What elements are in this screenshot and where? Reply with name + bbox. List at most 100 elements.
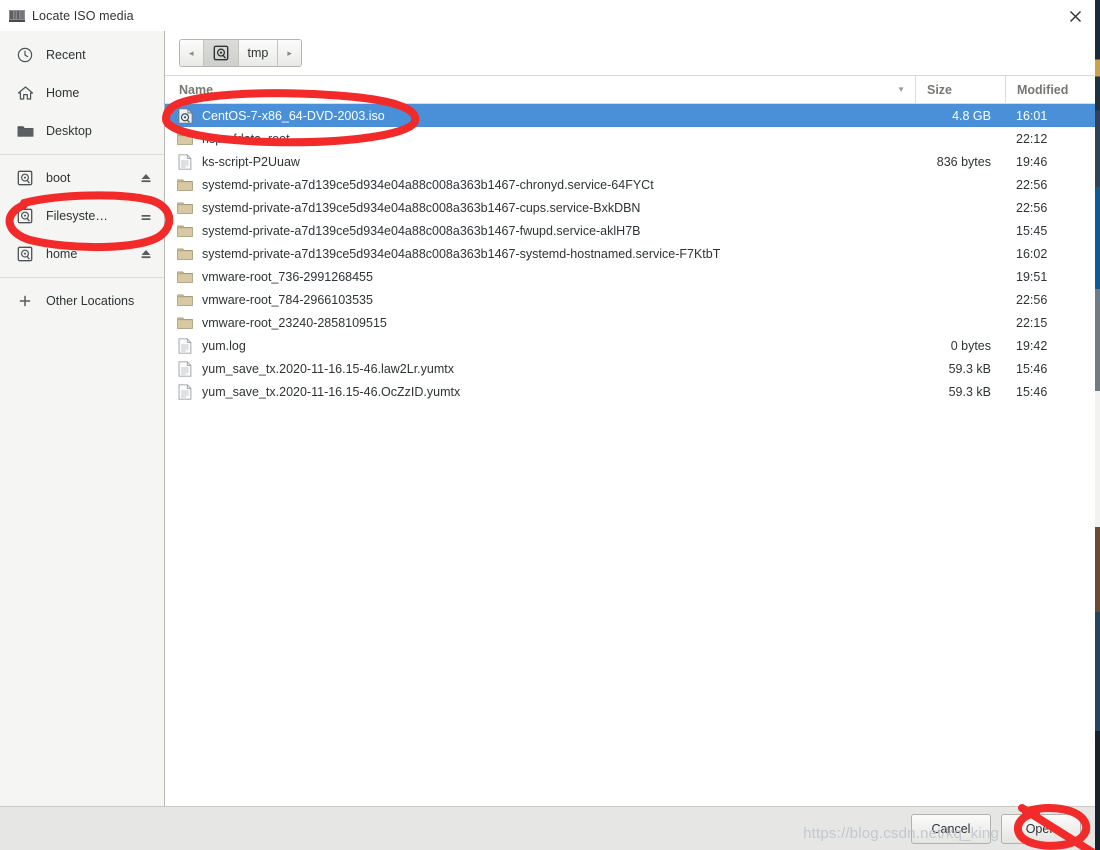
table-row[interactable]: hsperfdata_root 22:12 [165,127,1095,150]
watermark-text: https://blog.csdn.net/kq_king [803,825,999,842]
table-row[interactable]: yum_save_tx.2020-11-16.15-46.law2Lr.yumt… [165,357,1095,380]
folder-icon [177,269,193,285]
file-name-label: vmware-root_23240-2858109515 [202,315,387,330]
file-chooser-dialog: Locate ISO media Recent Home Desktop boo… [0,0,1096,850]
sidebar-action-slot [138,123,154,139]
file-size-label: 0 bytes [950,338,991,353]
file-name-cell: hsperfdata_root [165,131,915,147]
sidebar-item-label: Recent [46,48,86,62]
table-row[interactable]: vmware-root_23240-2858109515 22:15 [165,311,1095,334]
sidebar-action-slot [138,85,154,101]
file-list-header: Name ▼ Size Modified [165,76,1095,104]
file-name-cell: vmware-root_784-2966103535 [165,292,915,308]
open-button[interactable]: Open [1001,813,1081,844]
file-modified-label: 16:01 [1016,108,1048,123]
text-file-icon [177,337,193,354]
sidebar-item-home[interactable]: Home [0,74,164,112]
file-modified-label: 19:46 [1016,154,1048,169]
table-row[interactable]: systemd-private-a7d139ce5d934e04a88c008a… [165,173,1095,196]
file-modified-label: 22:56 [1016,292,1048,307]
file-size-label: 59.3 kB [948,384,991,399]
clock-icon [16,46,34,64]
sidebar-item-label: home [46,247,78,261]
text-file-icon [177,153,193,170]
folder-icon [177,223,193,239]
file-name-label: systemd-private-a7d139ce5d934e04a88c008a… [202,246,721,261]
places-sidebar: Recent Home Desktop boot Filesyste… home… [0,31,165,806]
file-list: Name ▼ Size Modified CentOS-7-x86_64-DVD… [165,75,1095,806]
path-bar: ◂ tmp ▸ [179,39,302,67]
breadcrumb-tmp[interactable]: tmp [238,40,279,66]
nav-forward-button[interactable]: ▸ [278,40,301,66]
file-name-label: yum.log [202,338,246,353]
close-icon[interactable] [1065,6,1085,26]
chevron-left-icon: ◂ [189,47,194,58]
table-row[interactable]: CentOS-7-x86_64-DVD-2003.iso 4.8 GB 16:0… [165,104,1095,127]
nav-back-button[interactable]: ◂ [180,40,204,66]
file-modified-label: 19:42 [1016,338,1048,353]
dialog-action-bar: https://blog.csdn.net/kq_king Cancel Ope… [0,806,1095,850]
file-modified-label: 15:46 [1016,361,1048,376]
title-bar: Locate ISO media [0,0,1095,31]
column-header-size[interactable]: Size [915,76,1005,103]
breadcrumb-label: tmp [247,46,269,60]
window-title: Locate ISO media [32,8,134,23]
sidebar-item-label: Filesyste… [46,209,108,223]
sidebar-item-home-volume[interactable]: home [0,235,164,273]
file-browser-pane: ◂ tmp ▸ Name ▼ Size Modified CentOS-7-x8… [165,31,1095,806]
file-size-label: 4.8 GB [952,108,991,123]
folder-icon [177,292,193,308]
file-name-label: systemd-private-a7d139ce5d934e04a88c008a… [202,177,654,192]
file-name-label: yum_save_tx.2020-11-16.15-46.OcZzID.yumt… [202,384,461,399]
breadcrumb-filesystem-root[interactable] [203,40,239,66]
file-modified-label: 22:15 [1016,315,1048,330]
file-name-cell: ks-script-P2Uuaw [165,153,915,170]
file-name-label: systemd-private-a7d139ce5d934e04a88c008a… [202,200,641,215]
sidebar-item-recent[interactable]: Recent [0,36,164,74]
sidebar-item-label: Other Locations [46,294,135,308]
sidebar-item-other-locations[interactable]: Other Locations [0,282,164,320]
folder-icon [177,200,193,216]
folder-icon [177,315,193,331]
file-modified-label: 15:45 [1016,223,1048,238]
disk-icon [213,45,229,61]
table-row[interactable]: yum_save_tx.2020-11-16.15-46.OcZzID.yumt… [165,380,1095,403]
table-row[interactable]: systemd-private-a7d139ce5d934e04a88c008a… [165,196,1095,219]
sidebar-divider [0,277,164,278]
eject-icon[interactable] [138,170,154,186]
home-icon [16,84,34,102]
sidebar-item-filesystem[interactable]: Filesyste… [0,197,164,235]
table-row[interactable]: ks-script-P2Uuaw 836 bytes 19:46 [165,150,1095,173]
table-row[interactable]: systemd-private-a7d139ce5d934e04a88c008a… [165,219,1095,242]
disk-icon [16,245,34,263]
chevron-right-icon: ▸ [287,47,292,58]
cancel-button[interactable]: Cancel [911,813,991,844]
column-header-name[interactable]: Name ▼ [165,76,915,103]
sidebar-item-boot[interactable]: boot [0,159,164,197]
text-file-icon [177,383,193,400]
file-name-cell: vmware-root_736-2991268455 [165,269,915,285]
sidebar-item-desktop[interactable]: Desktop [0,112,164,150]
table-row[interactable]: vmware-root_736-2991268455 19:51 [165,265,1095,288]
file-name-label: systemd-private-a7d139ce5d934e04a88c008a… [202,223,641,238]
file-modified-label: 19:51 [1016,269,1048,284]
file-name-label: hsperfdata_root [202,131,290,146]
sidebar-divider [0,154,164,155]
table-row[interactable]: systemd-private-a7d139ce5d934e04a88c008a… [165,242,1095,265]
vmware-icon [9,9,25,22]
eject-icon[interactable] [138,246,154,262]
file-name-cell: systemd-private-a7d139ce5d934e04a88c008a… [165,200,915,216]
unmount-icon[interactable] [138,208,154,224]
file-name-cell: CentOS-7-x86_64-DVD-2003.iso [165,107,915,124]
file-size-label: 59.3 kB [948,361,991,376]
file-modified-label: 22:12 [1016,131,1048,146]
disk-icon [16,169,34,187]
file-name-label: ks-script-P2Uuaw [202,154,300,169]
table-row[interactable]: vmware-root_784-2966103535 22:56 [165,288,1095,311]
column-header-name-label: Name [179,82,214,97]
file-name-cell: yum.log [165,337,915,354]
column-header-modified[interactable]: Modified [1005,76,1095,103]
plus-icon [16,292,34,310]
sidebar-action-slot [138,293,154,309]
table-row[interactable]: yum.log 0 bytes 19:42 [165,334,1095,357]
